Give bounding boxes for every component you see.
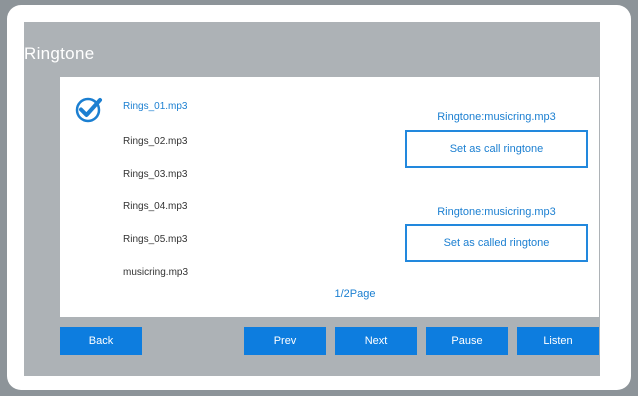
set-call-ringtone-button[interactable]: Set as call ringtone (405, 130, 588, 168)
listen-button[interactable]: Listen (517, 327, 599, 355)
next-button[interactable]: Next (335, 327, 417, 355)
list-item-rings-05[interactable]: Rings_05.mp3 (123, 234, 187, 245)
list-item-rings-01[interactable]: Rings_01.mp3 (123, 101, 187, 112)
list-item-rings-04[interactable]: Rings_04.mp3 (123, 201, 187, 212)
page-title: Ringtone (24, 44, 95, 63)
list-item-rings-03[interactable]: Rings_03.mp3 (123, 169, 187, 180)
check-circle-icon (75, 97, 102, 123)
prev-button[interactable]: Prev (244, 327, 326, 355)
call-ringtone-label: Ringtone:musicring.mp3 (437, 111, 556, 123)
called-ringtone-label: Ringtone:musicring.mp3 (437, 206, 556, 218)
set-called-ringtone-button[interactable]: Set as called ringtone (405, 224, 588, 262)
list-item-rings-02[interactable]: Rings_02.mp3 (123, 136, 187, 147)
list-item-musicring[interactable]: musicring.mp3 (123, 267, 188, 278)
ringtone-content: Rings_01.mp3 Rings_02.mp3 Rings_03.mp3 R… (60, 77, 599, 317)
page-indicator: 1/2Page (334, 288, 376, 300)
back-button[interactable]: Back (60, 327, 142, 355)
pause-button[interactable]: Pause (426, 327, 508, 355)
